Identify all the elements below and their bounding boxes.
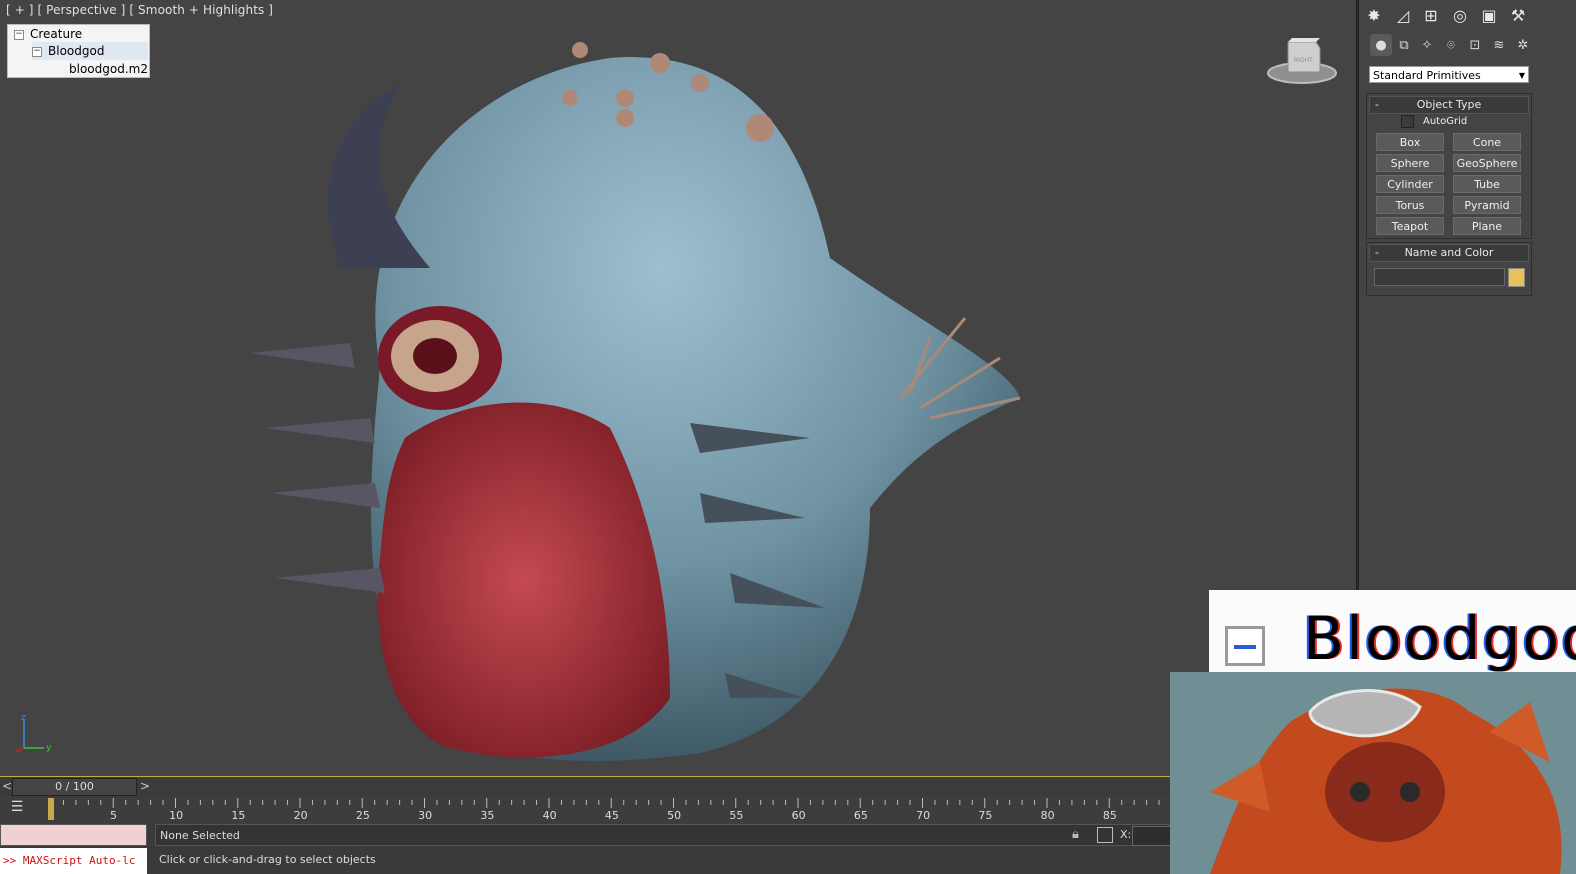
collapse-icon	[1225, 626, 1265, 666]
shapes-icon[interactable]: ⧉	[1393, 34, 1415, 56]
status-bar: >> MAXScript Auto-lc None Selected Click…	[0, 824, 1174, 874]
timeline-tick-label: 40	[542, 809, 557, 822]
timeline-tick-label: 0	[47, 809, 55, 822]
name-color-header[interactable]: - Name and Color	[1369, 244, 1529, 262]
axis-x-label: x	[14, 746, 19, 754]
scene-tree: − Creature − Bloodgod bloodgod.m2	[7, 24, 150, 78]
zoomed-tree-item: Bloodgod	[1209, 590, 1576, 674]
timeline-tick-label: 70	[916, 809, 931, 822]
autogrid-checkbox[interactable]	[1401, 115, 1414, 128]
display-icon[interactable]: ▣	[1477, 4, 1501, 26]
helpers-icon[interactable]: ⊡	[1464, 34, 1486, 56]
rollout-collapse-icon: -	[1375, 98, 1379, 111]
object-name-field[interactable]	[1374, 268, 1505, 286]
teapot-button[interactable]: Teapot	[1376, 217, 1444, 235]
geometry-icon[interactable]: ●	[1370, 34, 1392, 56]
timeline-tick-label: 85	[1102, 809, 1117, 822]
lights-icon[interactable]: ✧	[1416, 34, 1438, 56]
timeline-tick-label: 50	[667, 809, 682, 822]
mini-curve-editor-icon[interactable]: ☰	[6, 799, 28, 819]
maxscript-listener-output[interactable]: >> MAXScript Auto-lc	[0, 848, 147, 874]
cylinder-button[interactable]: Cylinder	[1376, 175, 1444, 193]
object-color-swatch[interactable]	[1508, 268, 1525, 287]
zoom-inset: Bloodgod	[1170, 590, 1576, 874]
perspective-viewport[interactable]: [ + ] [ Perspective ] [ Smooth + Highlig…	[0, 0, 1357, 776]
viewport-label[interactable]: [ + ] [ Perspective ] [ Smooth + Highlig…	[6, 3, 273, 17]
motion-icon[interactable]: ◎	[1448, 4, 1472, 26]
creature-model	[250, 42, 1021, 761]
timeline-tick-label: 80	[1040, 809, 1055, 822]
rollout-collapse-icon: -	[1375, 246, 1379, 259]
axis-z-label: z	[21, 713, 26, 723]
axis-tripod: z y x	[10, 712, 60, 755]
timeline-tick-label: 5	[110, 809, 118, 822]
create-icon[interactable]: ✸	[1362, 4, 1386, 26]
maxscript-listener-input[interactable]	[0, 824, 147, 846]
timeline-tick-label: 55	[729, 809, 744, 822]
time-slider-bar: < 0 / 100 >	[0, 776, 1170, 797]
create-subtabs: ● ⧉ ✧ ⌾ ⊡ ≋ ✲	[1368, 34, 1542, 58]
timeline-ruler[interactable]: 0 5 10 15 20 25 30 35 40 45 50 55 60 65 70 75 80 85	[40, 796, 1170, 824]
timeline-tick-label: 75	[978, 809, 993, 822]
next-frame-button[interactable]: >	[140, 777, 150, 795]
axis-y-label: y	[46, 743, 52, 753]
sphere-button[interactable]: Sphere	[1376, 154, 1444, 172]
timeline-tick-label: 60	[791, 809, 806, 822]
tree-item-bloodgod[interactable]: − Bloodgod	[32, 42, 148, 60]
timeline-tick-label: 10	[169, 809, 184, 822]
category-dropdown[interactable]: Standard Primitives ▼	[1369, 66, 1529, 83]
space-warps-icon[interactable]: ≋	[1488, 34, 1510, 56]
tube-button[interactable]: Tube	[1453, 175, 1521, 193]
cone-button[interactable]: Cone	[1453, 133, 1521, 151]
timeline-tick-label: 25	[355, 809, 370, 822]
x-coord-field[interactable]	[1132, 826, 1174, 846]
prompt-line: Click or click-and-drag to select object…	[159, 853, 376, 866]
systems-icon[interactable]: ✲	[1512, 34, 1534, 56]
timeline-tick-label: 65	[853, 809, 868, 822]
zoomed-title: Bloodgod	[1303, 604, 1576, 674]
tree-item-creature[interactable]: − Creature	[14, 25, 82, 43]
tree-item-label: Bloodgod	[48, 44, 105, 58]
modify-icon[interactable]: ◿	[1391, 4, 1415, 26]
timeline-tick-label: 15	[231, 809, 246, 822]
command-panel-tabs: ✸ ◿ ⊞ ◎ ▣ ⚒	[1360, 2, 1536, 28]
timeline-tick-label: 35	[480, 809, 495, 822]
category-value: Standard Primitives	[1373, 69, 1481, 82]
time-slider[interactable]: 0 / 100	[12, 778, 137, 796]
name-color-title: Name and Color	[1404, 246, 1494, 259]
object-type-header[interactable]: - Object Type	[1369, 96, 1529, 114]
chevron-down-icon: ▼	[1518, 71, 1525, 80]
view-cube-face-label: RIGHT	[1294, 57, 1313, 64]
collapse-icon[interactable]: −	[14, 29, 24, 40]
trackbar[interactable]: ☰ 0 5 10 15 20 25 30 35 40 45 50 55 60 65 70 75 80 85	[0, 796, 1170, 824]
selection-status: None Selected	[155, 824, 1170, 846]
tree-item-label: Creature	[30, 27, 83, 41]
cameras-icon[interactable]: ⌾	[1440, 34, 1462, 56]
timeline-tick-label: 30	[418, 809, 433, 822]
reference-image	[1170, 672, 1576, 874]
plane-button[interactable]: Plane	[1453, 217, 1521, 235]
pyramid-button[interactable]: Pyramid	[1453, 196, 1521, 214]
object-type-title: Object Type	[1416, 98, 1482, 111]
tree-item-label: bloodgod.m2	[69, 62, 148, 76]
collapse-icon[interactable]: −	[32, 46, 42, 57]
autogrid-label: AutoGrid	[1423, 116, 1468, 127]
hierarchy-icon[interactable]: ⊞	[1419, 4, 1443, 26]
timeline-tick-label: 45	[604, 809, 619, 822]
prev-frame-button[interactable]: <	[2, 777, 12, 795]
view-cube[interactable]: RIGHT	[1266, 36, 1338, 86]
x-coord-label: X:	[1120, 828, 1132, 841]
torus-button[interactable]: Torus	[1376, 196, 1444, 214]
box-button[interactable]: Box	[1376, 133, 1444, 151]
lock-icon[interactable]: 🔒︎	[1072, 827, 1079, 842]
utilities-icon[interactable]: ⚒	[1506, 4, 1530, 26]
timeline-tick-label: 20	[293, 809, 308, 822]
selection-lock-icon[interactable]	[1097, 827, 1113, 843]
geosphere-button[interactable]: GeoSphere	[1453, 154, 1521, 172]
tree-item-bloodgod-m2[interactable]: bloodgod.m2	[69, 60, 148, 78]
